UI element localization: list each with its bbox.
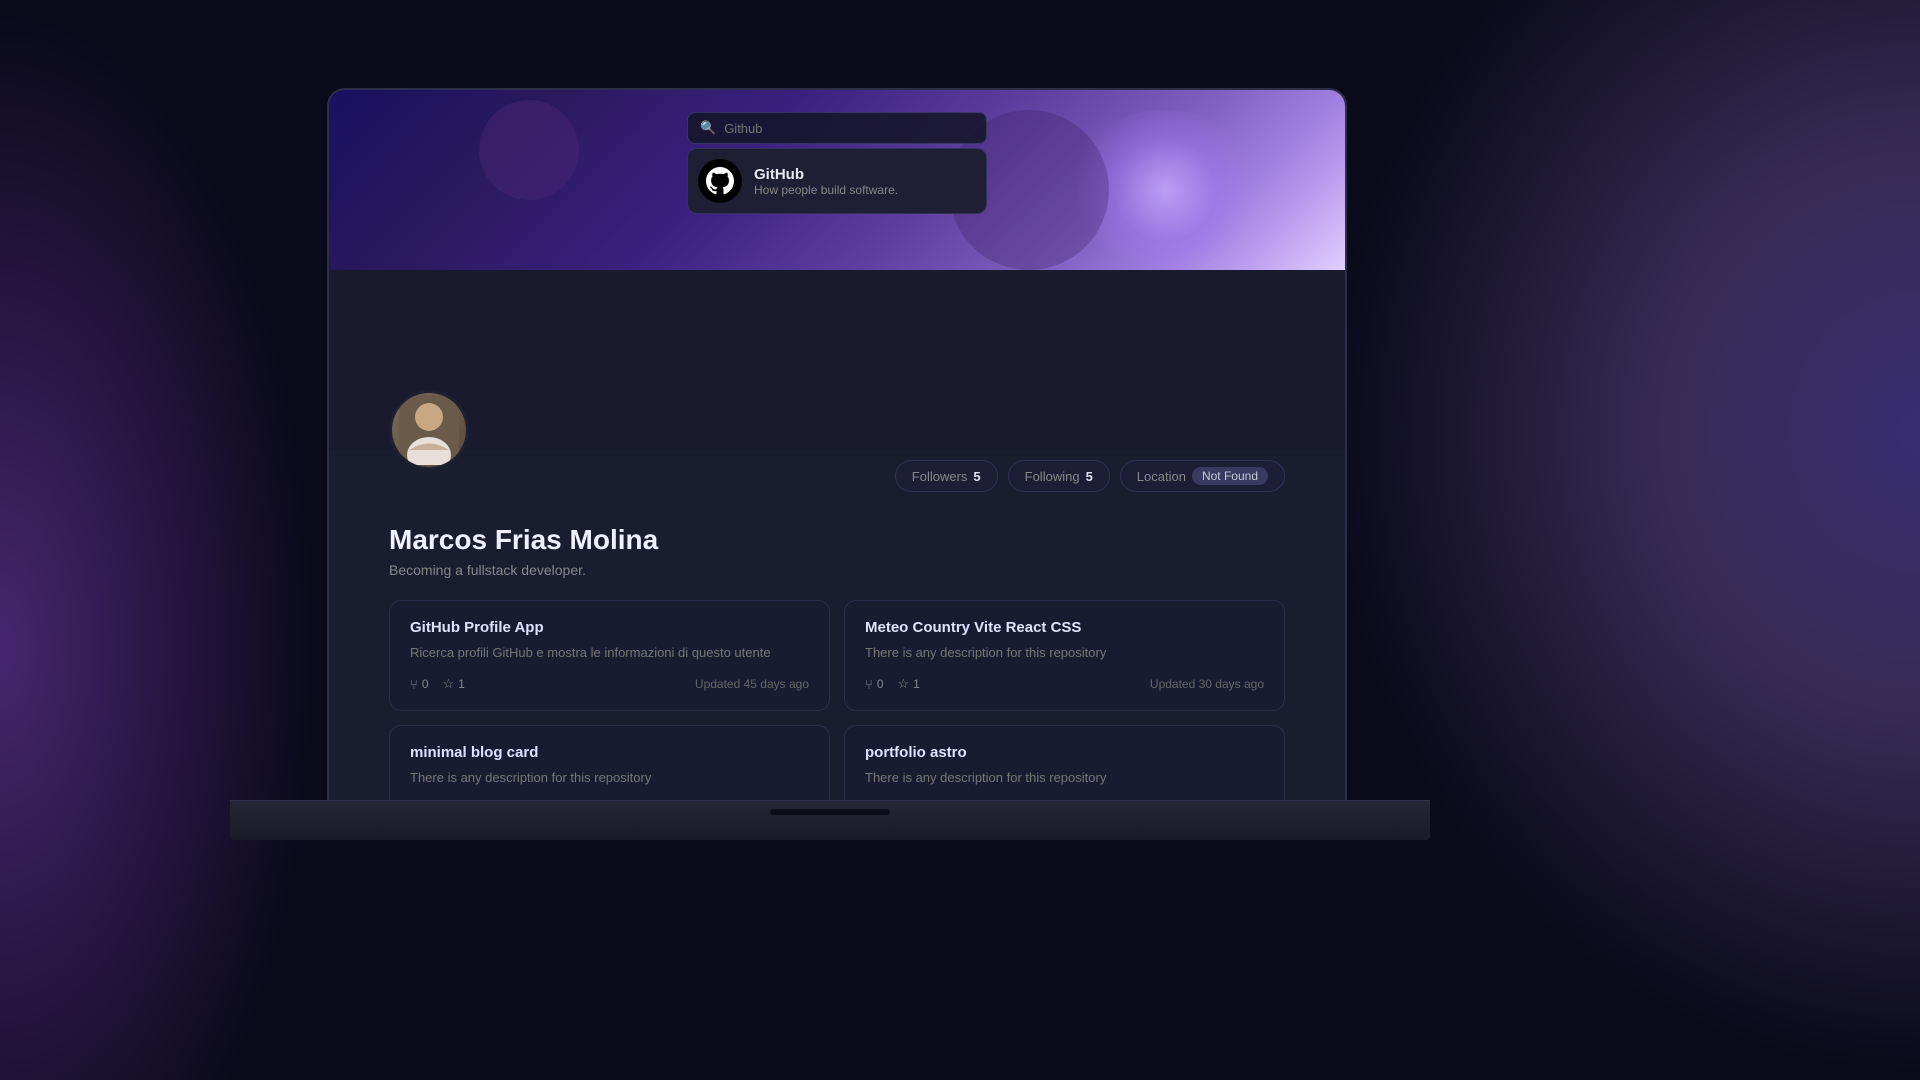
github-subtitle: How people build software. xyxy=(754,183,898,197)
repo-updated-0: Updated 45 days ago xyxy=(695,677,809,691)
followers-label: Followers xyxy=(912,469,968,484)
search-icon: 🔍 xyxy=(700,120,716,136)
repo-forks-0: ⑂ 0 xyxy=(410,677,429,692)
stats-row: Followers 5 Following 5 Location Not Fou… xyxy=(389,450,1285,492)
repo-desc-3: There is any description for this reposi… xyxy=(865,769,1264,787)
repo-name-3: portfolio astro xyxy=(865,744,1264,761)
github-name: GitHub xyxy=(754,166,898,183)
star-icon-0: ☆ xyxy=(443,676,455,692)
repo-grid: GitHub Profile App Ricerca profili GitHu… xyxy=(389,600,1285,808)
search-input[interactable]: Github xyxy=(724,121,974,136)
followers-pill[interactable]: Followers 5 xyxy=(895,460,998,492)
repo-meta-1: ⑂ 0 ☆ 1 Updated 30 days ago xyxy=(865,676,1264,692)
following-value: 5 xyxy=(1086,469,1093,484)
followers-value: 5 xyxy=(973,469,980,484)
location-pill[interactable]: Location Not Found xyxy=(1120,460,1285,492)
repo-desc-2: There is any description for this reposi… xyxy=(410,769,809,787)
user-name: Marcos Frias Molina xyxy=(389,524,1285,556)
location-label: Location xyxy=(1137,469,1186,484)
star-icon-1: ☆ xyxy=(898,676,910,692)
laptop-screen: 🔍 Github GitHub How people build softwar… xyxy=(327,88,1347,808)
repo-forks-1: ⑂ 0 xyxy=(865,677,884,692)
repo-card-3[interactable]: portfolio astro There is any description… xyxy=(844,725,1285,808)
avatar xyxy=(389,390,469,470)
github-octocat-icon xyxy=(706,167,734,195)
location-value: Not Found xyxy=(1192,467,1268,485)
main-content: Followers 5 Following 5 Location Not Fou… xyxy=(329,450,1345,808)
search-dropdown[interactable]: GitHub How people build software. xyxy=(687,148,987,214)
github-logo xyxy=(698,159,742,203)
repo-card-1[interactable]: Meteo Country Vite React CSS There is an… xyxy=(844,600,1285,711)
bg-left xyxy=(0,0,320,1080)
repo-stars-0: ☆ 1 xyxy=(443,676,465,692)
repo-meta-0: ⑂ 0 ☆ 1 Updated 45 days ago xyxy=(410,676,809,692)
fork-icon-1: ⑂ xyxy=(865,677,873,692)
repo-card-0[interactable]: GitHub Profile App Ricerca profili GitHu… xyxy=(389,600,830,711)
laptop-base xyxy=(230,800,1430,840)
repo-name-0: GitHub Profile App xyxy=(410,619,809,636)
laptop-notch xyxy=(770,809,890,815)
profile-banner: 🔍 Github GitHub How people build softwar… xyxy=(329,90,1345,270)
search-bar-container: 🔍 Github xyxy=(687,112,987,144)
github-info: GitHub How people build software. xyxy=(754,166,898,197)
fork-icon-0: ⑂ xyxy=(410,677,418,692)
following-pill[interactable]: Following 5 xyxy=(1008,460,1110,492)
repo-desc-0: Ricerca profili GitHub e mostra le infor… xyxy=(410,644,809,662)
following-label: Following xyxy=(1025,469,1080,484)
repo-name-1: Meteo Country Vite React CSS xyxy=(865,619,1264,636)
avatar-image xyxy=(399,395,459,465)
user-info: Marcos Frias Molina Becoming a fullstack… xyxy=(389,524,1285,578)
bg-right xyxy=(1320,0,1920,1080)
repo-updated-1: Updated 30 days ago xyxy=(1150,677,1264,691)
repo-desc-1: There is any description for this reposi… xyxy=(865,644,1264,662)
repo-stars-1: ☆ 1 xyxy=(898,676,920,692)
user-bio: Becoming a fullstack developer. xyxy=(389,562,1285,578)
repo-name-2: minimal blog card xyxy=(410,744,809,761)
repo-card-2[interactable]: minimal blog card There is any descripti… xyxy=(389,725,830,808)
avatar-placeholder xyxy=(392,393,466,467)
search-area: 🔍 Github GitHub How people build softwar… xyxy=(687,112,987,214)
